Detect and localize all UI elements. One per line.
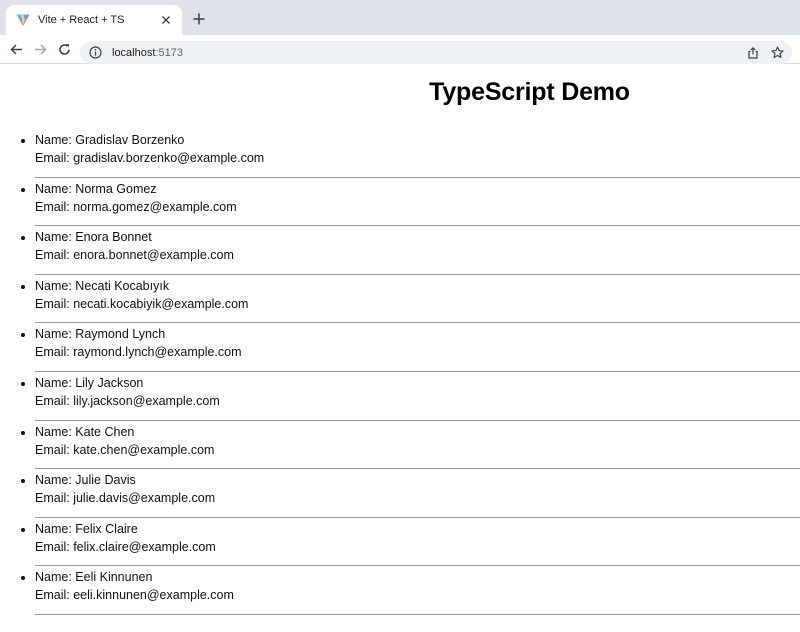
list-item: Name: Necati Kocabıyık Email: necati.koca… <box>35 276 800 324</box>
share-icon[interactable] <box>747 46 759 59</box>
user-email: Email: lily.jackson@example.com <box>35 393 220 408</box>
user-email: Email: gradislav.borzenko@example.com <box>35 151 265 165</box>
list-item: Name: Felix Claire Email: felix.claire@ex… <box>35 519 800 567</box>
user-email: Email: julie.davis@example.com <box>35 491 216 506</box>
user-name: Name: Norma Gomez <box>35 181 157 196</box>
plus-icon[interactable] <box>188 8 210 30</box>
forward-arrow-icon[interactable] <box>32 41 48 57</box>
list-item: Name: Enora Bonnet Email: enora.bonnet@ex… <box>35 227 800 275</box>
tab-strip: Vite + React + TS <box>0 0 800 35</box>
user-name: Name: Lily Jackson <box>35 375 144 390</box>
user-email: Email: eeli.kinnunen@example.com <box>35 588 234 603</box>
page-title: TypeScript Demo <box>429 78 630 106</box>
tab-title: Vite + React + TS <box>38 14 125 26</box>
user-name: Name: Kate Chen <box>35 424 135 439</box>
user-name: Name: Enora Bonnet <box>35 230 152 245</box>
user-email: Email: necati.kocabiyik@example.com <box>35 296 249 311</box>
browser-toolbar: localhost:5173 <box>0 35 800 64</box>
star-icon[interactable] <box>771 46 784 59</box>
user-name: Name: Raymond Lynch <box>35 327 166 342</box>
user-name: Name: Julie Davis <box>35 473 136 488</box>
address-bar[interactable]: localhost:5173 <box>80 41 792 64</box>
list-item: Name: Eeli Kinnunen Email: eeli.kinnunen@… <box>35 567 800 615</box>
list-item: Name: Gradislav Borzenko Email: gradislav… <box>35 130 800 178</box>
user-name: Name: Necati Kocabıyık <box>35 278 170 293</box>
browser-tab[interactable]: Vite + React + TS <box>6 5 182 35</box>
reload-icon[interactable] <box>56 41 72 57</box>
close-icon[interactable] <box>158 12 174 28</box>
user-name: Name: Gradislav Borzenko <box>35 133 185 147</box>
list-item: Name: Norma Gomez Email: norma.gomez@exam… <box>35 179 800 227</box>
user-email: Email: norma.gomez@example.com <box>35 199 237 214</box>
url-host: localhost <box>112 46 156 59</box>
url-text: localhost:5173 <box>112 47 747 59</box>
url-port: :5173 <box>155 46 183 59</box>
list-item: Name: Lily Jackson Email: lily.jackson@ex… <box>35 373 800 421</box>
user-email: Email: enora.bonnet@example.com <box>35 248 234 263</box>
user-email: Email: raymond.lynch@example.com <box>35 345 242 360</box>
list-item: Name: Raymond Lynch Email: raymond.lynch@… <box>35 324 800 372</box>
list-item: Name: Kate Chen Email: kate.chen@example.… <box>35 422 800 470</box>
user-email: Email: felix.claire@example.com <box>35 539 216 554</box>
back-arrow-icon[interactable] <box>8 41 24 57</box>
list-item: Name: Julie Davis Email: julie.davis@exam… <box>35 470 800 518</box>
info-icon[interactable] <box>89 46 102 59</box>
vite-logo-icon <box>16 13 30 27</box>
user-name: Name: Felix Claire <box>35 521 138 536</box>
user-list: Name: Gradislav Borzenko Email: gradislav… <box>0 130 800 616</box>
user-name: Name: Eeli Kinnunen <box>35 570 153 585</box>
user-email: Email: kate.chen@example.com <box>35 442 215 457</box>
